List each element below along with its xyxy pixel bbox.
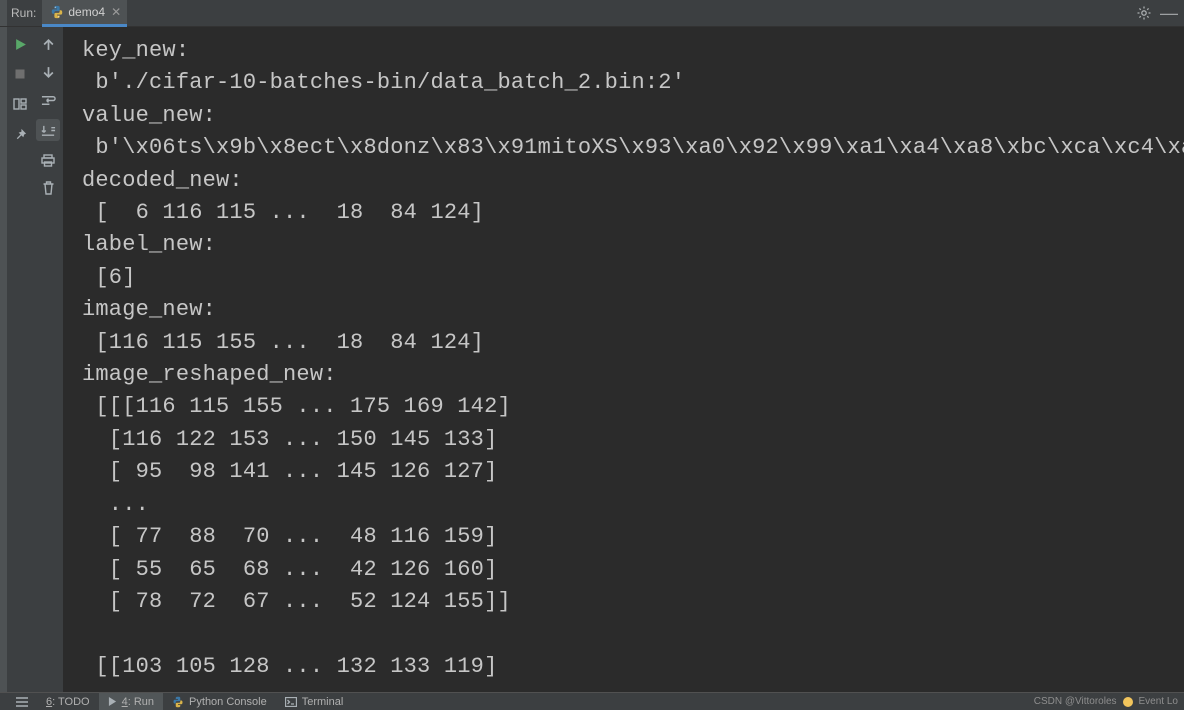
print-icon[interactable]	[39, 151, 57, 169]
tab-label: demo4	[68, 5, 105, 19]
python-console-tab[interactable]: Python Console	[163, 693, 276, 710]
arrow-down-icon[interactable]	[39, 63, 57, 81]
layout-icon[interactable]	[11, 95, 29, 113]
play-icon[interactable]	[11, 35, 29, 53]
trash-icon[interactable]	[39, 179, 57, 197]
console-output[interactable]: key_new: b'./cifar-10-batches-bin/data_b…	[64, 27, 1184, 692]
status-bar: 6: TODO 4: Run Python Console Terminal C…	[0, 692, 1184, 710]
left-gutter-secondary	[33, 27, 64, 692]
todo-tab[interactable]: 6: TODO	[37, 693, 99, 710]
event-log-label[interactable]: Event Lo	[1139, 696, 1178, 707]
run-toolwindow-header: Run: demo4 ✕ —	[0, 0, 1184, 27]
status-right: CSDN @Vittoroles Event Lo	[1034, 696, 1184, 707]
run-label: Run:	[7, 6, 42, 20]
hide-icon[interactable]: —	[1160, 8, 1184, 18]
left-strip	[0, 0, 7, 26]
event-log-indicator-icon[interactable]	[1123, 697, 1133, 707]
pin-icon[interactable]	[11, 125, 29, 143]
stop-icon[interactable]	[11, 65, 29, 83]
gear-icon[interactable]	[1136, 5, 1160, 21]
left-gutter-primary	[7, 27, 33, 692]
scroll-to-end-icon[interactable]	[36, 119, 60, 141]
soft-wrap-icon[interactable]	[39, 91, 57, 109]
run-config-tab[interactable]: demo4 ✕	[42, 0, 127, 27]
console-text: key_new: b'./cifar-10-batches-bin/data_b…	[82, 35, 1184, 683]
close-tab-icon[interactable]: ✕	[109, 5, 121, 19]
terminal-tab[interactable]: Terminal	[276, 693, 353, 710]
python-file-icon	[50, 5, 64, 19]
arrow-up-icon[interactable]	[39, 35, 57, 53]
run-tab[interactable]: 4: Run	[99, 693, 163, 710]
left-edge-strip	[0, 27, 7, 692]
watermark-text: CSDN @Vittoroles	[1034, 696, 1117, 707]
statusbar-overflow-icon[interactable]	[7, 693, 37, 710]
main-area: key_new: b'./cifar-10-batches-bin/data_b…	[0, 27, 1184, 692]
